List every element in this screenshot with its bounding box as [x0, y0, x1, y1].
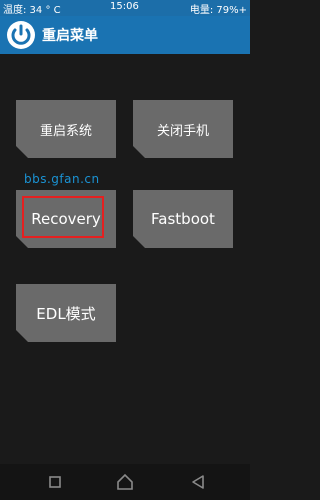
header-bar: 重启菜单	[0, 16, 250, 54]
power-off-button[interactable]: 关闭手机	[133, 100, 233, 158]
back-icon[interactable]	[188, 472, 208, 492]
reboot-system-button[interactable]: 重启系统	[16, 100, 116, 158]
twrp-logo-icon	[7, 21, 35, 49]
navigation-bar	[0, 464, 250, 500]
recent-apps-icon[interactable]	[45, 472, 65, 492]
reboot-system-label: 重启系统	[39, 123, 92, 139]
status-bar: 温度: 34 ° C 15:06 电量: 79%+	[0, 0, 250, 16]
power-off-label: 关闭手机	[156, 123, 209, 139]
home-icon[interactable]	[115, 472, 135, 492]
recovery-label: Recovery	[31, 210, 101, 228]
recovery-button[interactable]: Recovery	[16, 190, 116, 248]
page-title: 重启菜单	[42, 28, 98, 44]
fastboot-button[interactable]: Fastboot	[133, 190, 233, 248]
status-battery: 电量: 79%+	[189, 5, 247, 16]
status-time: 15:06	[110, 1, 139, 12]
fastboot-label: Fastboot	[151, 210, 215, 228]
status-temperature: 温度: 34 ° C	[3, 5, 61, 16]
edl-mode-label: EDL模式	[36, 304, 96, 323]
edl-mode-button[interactable]: EDL模式	[16, 284, 116, 342]
watermark-text: bbs.gfan.cn	[24, 172, 100, 186]
reboot-menu: 重启系统 关闭手机 Recovery Fastboot EDL模式 bbs.gf…	[0, 54, 250, 464]
